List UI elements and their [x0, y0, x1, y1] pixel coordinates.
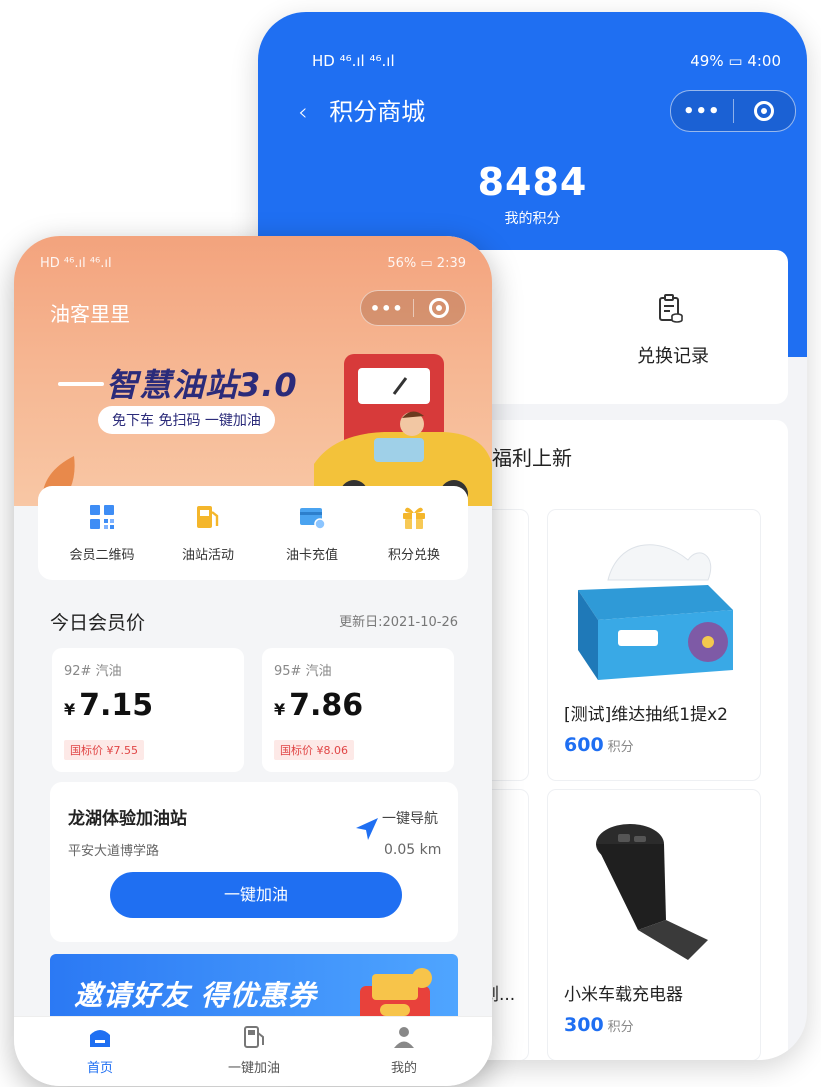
target-icon — [429, 298, 450, 318]
fuel-grade: 95# 汽油 — [274, 664, 332, 679]
points-value: 8484 — [477, 160, 588, 204]
target-icon — [754, 101, 775, 121]
tab-label: 一键加油 — [227, 1061, 280, 1076]
product-card-tissue[interactable]: [测试]维达抽纸1提x2 600 积分 — [548, 510, 760, 780]
station-address: 平安大道博学路 — [68, 844, 160, 859]
station-card: 龙湖体验加油站 平安大道博学路 一键导航 0.05 km 一键加油 — [50, 782, 458, 942]
status-bar: HD ⁴⁶.ıl ⁴⁶.ıl 49% ▭ 4:00 — [312, 52, 781, 74]
points-label: 我的积分 — [504, 211, 561, 227]
qrcode-icon — [90, 505, 114, 529]
status-right: 49% ▭ 4:00 — [690, 52, 781, 70]
miniprogram-capsule: ••• — [360, 290, 466, 326]
product-name: 小米车载充电器 — [564, 985, 683, 1005]
product-name: [测试]维达抽纸1提x2 — [564, 705, 728, 725]
status-right: 56% ▭ 2:39 — [387, 256, 466, 271]
user-icon — [394, 1027, 414, 1048]
status-left: HD ⁴⁶.ıl ⁴⁶.ıl — [312, 52, 395, 70]
quick-action-station-events[interactable]: 油站活动 — [158, 504, 258, 563]
product-points: 300 — [564, 1014, 604, 1036]
quick-action-label: 油站活动 — [181, 548, 234, 563]
quick-action-points-redeem[interactable]: 积分兑换 — [364, 504, 464, 563]
one-click-refuel-button[interactable]: 一键加油 — [110, 872, 402, 918]
fuel-price: ¥7.15 — [64, 688, 153, 723]
quick-action-member-qr[interactable]: 会员二维码 — [52, 504, 152, 563]
card-icon — [300, 508, 326, 530]
miniprogram-capsule: ••• — [670, 90, 796, 132]
points-unit: 积分 — [607, 740, 634, 755]
quick-action-card-topup[interactable]: 油卡充值 — [262, 504, 362, 563]
quick-action-label: 会员二维码 — [69, 548, 135, 563]
status-left: HD ⁴⁶.ıl ⁴⁶.ıl — [40, 256, 112, 271]
app-title: 油客里里 — [50, 302, 130, 326]
slogan-dash — [58, 382, 104, 386]
fuel-price-card-92[interactable]: 92# 汽油 ¥7.15 国标价 ¥7.55 — [52, 648, 244, 772]
points-unit: 积分 — [607, 1020, 634, 1035]
quick-action-label: 积分兑换 — [387, 548, 440, 563]
fuel-price: ¥7.86 — [274, 688, 363, 723]
car-charger-image — [596, 824, 708, 960]
quick-actions: 会员二维码 油站活动 油卡充值 积分兑换 — [38, 486, 468, 580]
exchange-record-label[interactable]: 兑换记录 — [618, 342, 728, 368]
navigation-arrow-icon[interactable] — [354, 816, 380, 842]
station-distance: 0.05 km — [384, 842, 442, 858]
product-price: 300 积分 — [564, 1014, 634, 1036]
fuel-price-card-95[interactable]: 95# 汽油 ¥7.86 国标价 ¥8.06 — [262, 648, 454, 772]
product-card-charger[interactable]: 小米车载充电器 300 积分 — [548, 790, 760, 1060]
currency-symbol: ¥ — [274, 700, 286, 719]
back-button[interactable]: ‹ — [298, 98, 308, 126]
status-bar: HD ⁴⁶.ıl ⁴⁶.ıl 56% ▭ 2:39 — [40, 256, 466, 276]
front-phone-screen: HD ⁴⁶.ıl ⁴⁶.ıl 56% ▭ 2:39 油客里里 ••• 智慧油站3… — [14, 236, 492, 1086]
page-title: 积分商城 — [329, 98, 426, 126]
points-summary: 8484 我的积分 — [258, 160, 807, 228]
currency-symbol: ¥ — [64, 700, 76, 719]
home-icon — [90, 1030, 110, 1047]
tab-refuel[interactable]: 一键加油 — [194, 1025, 314, 1076]
close-button[interactable] — [734, 101, 796, 121]
reference-price: 国标价 ¥7.55 — [64, 740, 144, 760]
tab-label: 我的 — [390, 1061, 417, 1076]
navigate-button[interactable]: 一键导航 — [382, 808, 438, 828]
tab-label: 首页 — [86, 1061, 113, 1076]
station-name: 龙湖体验加油站 — [68, 809, 187, 829]
product-price: 600 积分 — [564, 734, 634, 756]
tab-profile[interactable]: 我的 — [344, 1025, 464, 1076]
tab-bar: 首页 一键加油 我的 — [14, 1016, 492, 1086]
price-value: 7.86 — [289, 688, 364, 723]
fuel-grade: 92# 汽油 — [64, 664, 122, 679]
gas-station-icon — [244, 1026, 264, 1048]
member-price-date: 更新日:2021-10-26 — [339, 615, 458, 630]
promo-banner[interactable]: HD ⁴⁶.ıl ⁴⁶.ıl 56% ▭ 2:39 油客里里 ••• 智慧油站3… — [14, 236, 492, 506]
fuel-pump-icon — [197, 506, 219, 528]
more-button[interactable]: ••• — [361, 299, 413, 318]
quick-action-label: 油卡充值 — [285, 548, 338, 563]
reference-price: 国标价 ¥8.06 — [274, 740, 354, 760]
banner-tagline: 免下车 免扫码 一键加油 — [98, 406, 275, 434]
nav-bar: ‹ 积分商城 — [298, 92, 425, 127]
section-title: 福利上新 — [492, 446, 572, 470]
price-value: 7.15 — [79, 688, 154, 723]
product-points: 600 — [564, 734, 604, 756]
member-price-title: 今日会员价 — [50, 612, 146, 634]
invite-text: 邀请好友 得优惠券 — [74, 979, 317, 1012]
more-button[interactable]: ••• — [671, 101, 733, 122]
clipboard-icon[interactable] — [658, 294, 684, 324]
banner-slogan: 智慧油站3.0 — [106, 366, 298, 404]
tissue-product-image — [578, 544, 733, 680]
gift-icon — [403, 507, 425, 529]
tab-home[interactable]: 首页 — [40, 1025, 160, 1076]
close-button[interactable] — [414, 298, 466, 318]
gas-station-illustration — [314, 354, 492, 506]
